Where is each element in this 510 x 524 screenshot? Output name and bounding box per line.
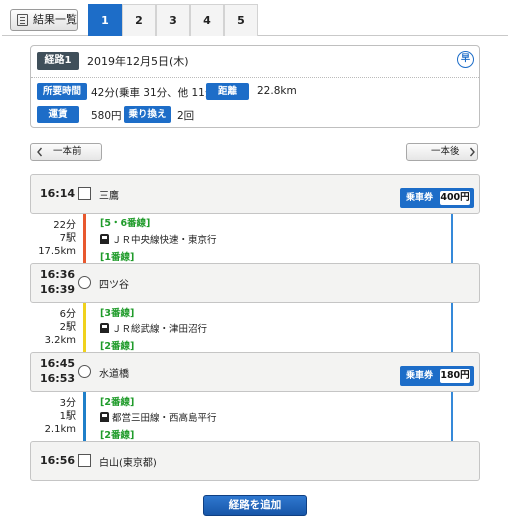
segment-platform-from: [2番線] (100, 397, 135, 408)
transfer-circle-icon (78, 276, 91, 289)
fare-ticket-amount: 400円 (440, 191, 470, 205)
fare-ticket-label: 乗車券 (406, 193, 434, 203)
segment-info-1: 22分 7駅 17.5km (0, 219, 76, 258)
station-time: 16:56 (40, 454, 76, 467)
segment-duration: 22分 (53, 220, 76, 231)
station-name: 三鷹 (99, 191, 119, 202)
segment-platform-from: [3番線] (100, 308, 135, 319)
route-date: 2019年12月5日(木) (87, 55, 189, 68)
origin-square-icon (78, 187, 91, 200)
transfer-circle-icon (78, 365, 91, 378)
segment-platform-to: [1番線] (100, 252, 135, 263)
travel-time-label: 所要時間 (37, 83, 87, 100)
distance-value: 22.8km (257, 85, 297, 97)
station-departure-time: 16:39 (40, 283, 76, 296)
segment-line-1 (83, 214, 86, 263)
segment-line-2 (83, 303, 86, 352)
travel-time-value: 42分(乗車 31分、他 11分) (91, 87, 220, 99)
segment-platform-to: [2番線] (100, 430, 135, 441)
segment-line-name[interactable]: ＪＲ中央線快速・東京行 (100, 232, 217, 246)
station-name: 四ツ谷 (99, 280, 129, 291)
segment-distance: 3.2km (44, 335, 76, 346)
segment-line-name[interactable]: ＪＲ総武線・津田沼行 (100, 321, 207, 335)
segment-stops: 7駅 (59, 233, 76, 244)
station-departure-time: 16:53 (40, 372, 76, 385)
tab-route-5[interactable]: 5 (224, 4, 258, 36)
station-row[interactable]: 16:45 16:53 水道橋 乗車券 180円 (30, 352, 480, 392)
fare-label: 運賃 (37, 106, 79, 123)
previous-train-label: 一本前 (53, 146, 82, 157)
tab-route-4[interactable]: 4 (190, 4, 224, 36)
train-icon (100, 323, 109, 333)
segment-distance: 2.1km (44, 424, 76, 435)
fare-ticket-badge: 乗車券 180円 (400, 366, 474, 386)
transfer-value: 2回 (177, 110, 195, 122)
segment-duration: 6分 (59, 309, 76, 320)
result-tab-bar: 結果一覧 1 2 3 4 5 (2, 4, 508, 36)
previous-train-button[interactable]: 一本前 (30, 143, 102, 161)
destination-square-icon (78, 454, 91, 467)
route-result-page: 結果一覧 1 2 3 4 5 経路1 2019年12月5日(木) 早 所要時間 … (0, 0, 510, 524)
chevron-left-icon (37, 147, 43, 157)
fare-ticket-label: 乗車券 (406, 371, 434, 381)
station-row[interactable]: 16:14 三鷹 乗車券 400円 (30, 174, 480, 214)
fare-span-line-2 (451, 390, 453, 441)
next-train-label: 一本後 (431, 146, 460, 157)
station-row[interactable]: 16:36 16:39 四ツ谷 (30, 263, 480, 303)
fare-ticket-badge: 乗車券 400円 (400, 188, 474, 208)
list-icon (17, 14, 28, 26)
segment-platform-to: [2番線] (100, 341, 135, 352)
station-arrival-time: 16:36 (40, 268, 76, 281)
summary-divider (31, 77, 479, 78)
station-time: 16:14 (40, 187, 76, 200)
transfer-label: 乗り換え (124, 106, 171, 123)
route-badge: 経路1 (37, 52, 79, 70)
result-list-button[interactable]: 結果一覧 (10, 9, 78, 31)
segment-line-label: ＪＲ中央線快速・東京行 (112, 235, 217, 246)
station-row[interactable]: 16:56 白山(東京都) (30, 441, 480, 481)
segment-line-label: ＪＲ総武線・津田沼行 (112, 324, 208, 335)
segment-stops: 1駅 (59, 411, 76, 422)
result-list-label: 結果一覧 (33, 13, 77, 26)
station-name: 水道橋 (99, 369, 129, 380)
fare-value: 580円 (91, 110, 122, 122)
tab-route-3[interactable]: 3 (156, 4, 190, 36)
add-route-button[interactable]: 経路を追加 (203, 495, 307, 516)
fare-ticket-amount: 180円 (440, 369, 470, 383)
segment-line-3 (83, 392, 86, 441)
train-icon (100, 234, 109, 244)
segment-info-3: 3分 1駅 2.1km (0, 397, 76, 436)
segment-distance: 17.5km (38, 246, 76, 257)
segment-line-label: 都営三田線・西高島平行 (112, 413, 217, 424)
tab-route-1[interactable]: 1 (88, 4, 122, 36)
station-name: 白山(東京都) (99, 458, 157, 469)
segment-duration: 3分 (59, 398, 76, 409)
chevron-right-icon (469, 147, 475, 157)
segment-stops: 2駅 (59, 322, 76, 333)
tab-route-2[interactable]: 2 (122, 4, 156, 36)
segment-line-name[interactable]: 都営三田線・西高島平行 (100, 410, 217, 424)
segment-info-2: 6分 2駅 3.2km (0, 308, 76, 347)
route-summary-card: 経路1 2019年12月5日(木) 早 所要時間 42分(乗車 31分、他 11… (30, 45, 480, 128)
early-arrival-icon: 早 (457, 51, 474, 68)
station-arrival-time: 16:45 (40, 357, 76, 370)
train-icon (100, 412, 109, 422)
distance-label: 距離 (206, 83, 249, 100)
segment-platform-from: [5・6番線] (100, 218, 151, 229)
next-train-button[interactable]: 一本後 (406, 143, 478, 161)
